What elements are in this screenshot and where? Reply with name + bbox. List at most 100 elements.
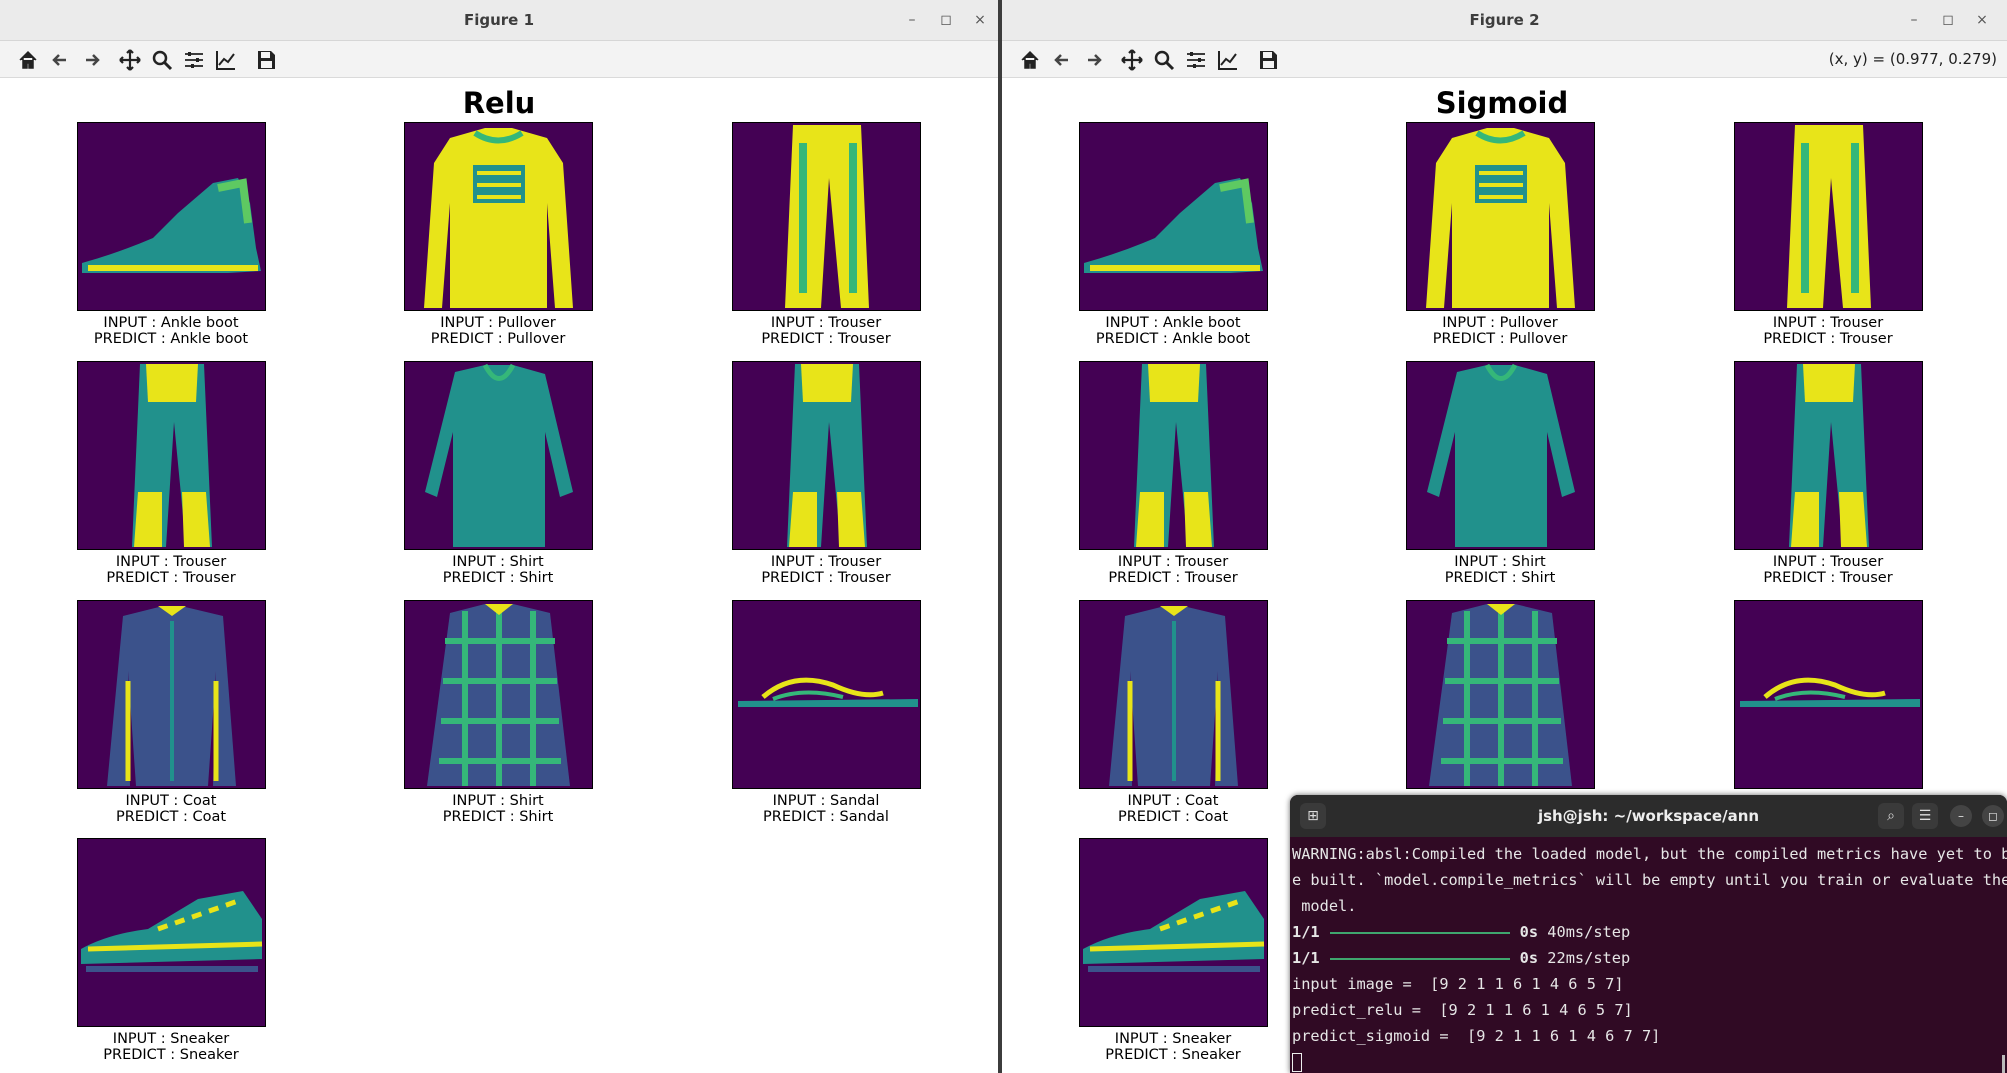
sandal-image bbox=[1740, 677, 1920, 707]
sneaker-image bbox=[81, 891, 263, 972]
trouser-image bbox=[1787, 125, 1871, 308]
image-caption: INPUT : Sandal PREDICT : Sandal bbox=[696, 793, 956, 825]
predict-label: PREDICT : Shirt bbox=[442, 570, 554, 586]
trouser-image bbox=[1134, 364, 1214, 547]
terminal-line: model. bbox=[1292, 897, 1357, 915]
progress-step: 1/1 bbox=[1292, 923, 1320, 941]
figure-2-toolbar: (x, y) = (0.977, 0.279) bbox=[1002, 41, 2007, 78]
predict-label: PREDICT : Sneaker bbox=[103, 1047, 239, 1063]
clothing-image bbox=[732, 122, 921, 311]
figure-1-window: Figure 1 – ◻ × Relu INPUT : Ankle boot PR… bbox=[0, 0, 998, 1073]
pan-icon[interactable] bbox=[118, 48, 142, 72]
maximize-button[interactable]: ◻ bbox=[1938, 10, 1958, 30]
pan-icon[interactable] bbox=[1120, 48, 1144, 72]
input-label: INPUT : Ankle boot bbox=[1105, 315, 1241, 331]
ankle-boot-image bbox=[1084, 178, 1263, 273]
clothing-image bbox=[1734, 122, 1923, 311]
edit-axis-icon[interactable] bbox=[1216, 48, 1240, 72]
image-caption: INPUT : Trouser PREDICT : Trouser bbox=[696, 315, 956, 347]
image-caption: INPUT : Trouser PREDICT : Trouser bbox=[1043, 554, 1303, 586]
minimize-button[interactable]: – bbox=[1950, 805, 1972, 827]
trouser-image bbox=[787, 364, 867, 547]
terminal-line: WARNING:absl:Compiled the loaded model, … bbox=[1292, 845, 2007, 863]
input-label: INPUT : Trouser bbox=[115, 554, 227, 570]
plot-title: Relu bbox=[462, 86, 536, 120]
shirt-image bbox=[1427, 363, 1575, 547]
sneaker-image bbox=[1083, 891, 1265, 972]
clothing-image bbox=[1734, 600, 1923, 789]
progress-rate: 40ms/step bbox=[1538, 923, 1631, 941]
image-caption: INPUT : Sneaker PREDICT : Sneaker bbox=[41, 1031, 301, 1063]
edit-axis-icon[interactable] bbox=[214, 48, 238, 72]
predict-label: PREDICT : Pullover bbox=[430, 331, 566, 347]
clothing-image bbox=[404, 122, 593, 311]
save-icon[interactable] bbox=[1256, 48, 1280, 72]
predict-label: PREDICT : Trouser bbox=[1763, 331, 1893, 347]
figure-2-titlebar[interactable]: Figure 2 – ◻ × bbox=[1002, 0, 2007, 41]
forward-icon[interactable] bbox=[1082, 48, 1106, 72]
terminal-line: e built. `model.compile_metrics` will be… bbox=[1292, 871, 2007, 889]
coat-image bbox=[1109, 606, 1238, 786]
clothing-image bbox=[1079, 361, 1268, 550]
input-label: INPUT : Pullover bbox=[440, 315, 556, 331]
input-label: INPUT : Coat bbox=[125, 793, 217, 809]
image-caption: INPUT : Shirt PREDICT : Shirt bbox=[368, 554, 628, 586]
plaid-shirt-image bbox=[427, 604, 570, 786]
terminal-scrollbar[interactable] bbox=[2002, 1055, 2005, 1073]
minimize-button[interactable]: – bbox=[1904, 10, 1924, 30]
predict-label: PREDICT : Ankle boot bbox=[1095, 331, 1251, 347]
predict-label: PREDICT : Ankle boot bbox=[93, 331, 249, 347]
configure-icon[interactable] bbox=[1184, 48, 1208, 72]
terminal-line: predict_relu = [9 2 1 1 6 1 4 6 5 7] bbox=[1292, 1001, 1633, 1019]
back-icon[interactable] bbox=[48, 48, 72, 72]
zoom-icon[interactable] bbox=[150, 48, 174, 72]
window-title: Figure 2 bbox=[1469, 11, 1540, 29]
clothing-image bbox=[1734, 361, 1923, 550]
predict-label: PREDICT : Trouser bbox=[761, 331, 891, 347]
input-label: INPUT : Shirt bbox=[452, 554, 544, 570]
configure-icon[interactable] bbox=[182, 48, 206, 72]
input-label: INPUT : Trouser bbox=[770, 315, 882, 331]
search-icon[interactable]: ⌕ bbox=[1878, 803, 1904, 829]
coat-image bbox=[107, 606, 236, 786]
input-label: INPUT : Trouser bbox=[770, 554, 882, 570]
home-icon[interactable] bbox=[1018, 48, 1042, 72]
image-caption: INPUT : Ankle boot PREDICT : Ankle boot bbox=[1043, 315, 1303, 347]
input-label: INPUT : Sneaker bbox=[112, 1031, 230, 1047]
figure-1-titlebar[interactable]: Figure 1 – ◻ × bbox=[0, 0, 998, 41]
clothing-image bbox=[1406, 600, 1595, 789]
image-caption: INPUT : Shirt PREDICT : Shirt bbox=[1370, 554, 1630, 586]
input-label: INPUT : Trouser bbox=[1117, 554, 1229, 570]
home-icon[interactable] bbox=[16, 48, 40, 72]
input-label: INPUT : Sandal bbox=[772, 793, 880, 809]
progress-time: 0s bbox=[1519, 949, 1539, 967]
close-button[interactable]: × bbox=[1972, 10, 1992, 30]
maximize-button[interactable]: ◻ bbox=[936, 10, 956, 30]
minimize-button[interactable]: – bbox=[902, 10, 922, 30]
progress-step: 1/1 bbox=[1292, 949, 1320, 967]
plaid-shirt-image bbox=[1429, 604, 1572, 786]
predict-label: PREDICT : Shirt bbox=[1444, 570, 1556, 586]
back-icon[interactable] bbox=[1050, 48, 1074, 72]
clothing-image bbox=[77, 600, 266, 789]
close-button[interactable]: × bbox=[970, 10, 990, 30]
coordinate-readout: (x, y) = (0.977, 0.279) bbox=[1828, 50, 1997, 68]
input-label: INPUT : Pullover bbox=[1442, 315, 1558, 331]
trouser-image bbox=[1789, 364, 1869, 547]
input-label: INPUT : Coat bbox=[1127, 793, 1219, 809]
image-caption: INPUT : Pullover PREDICT : Pullover bbox=[368, 315, 628, 347]
input-label: INPUT : Trouser bbox=[1772, 315, 1884, 331]
input-label: INPUT : Sneaker bbox=[1114, 1031, 1232, 1047]
image-caption: INPUT : Trouser PREDICT : Trouser bbox=[696, 554, 956, 586]
plot-title: Sigmoid bbox=[1435, 86, 1569, 120]
terminal-output[interactable]: WARNING:absl:Compiled the loaded model, … bbox=[1290, 837, 2007, 1073]
clothing-image bbox=[77, 838, 266, 1027]
save-icon[interactable] bbox=[254, 48, 278, 72]
maximize-button[interactable]: ◻ bbox=[1982, 805, 2004, 827]
zoom-icon[interactable] bbox=[1152, 48, 1176, 72]
menu-icon[interactable]: ☰ bbox=[1912, 803, 1938, 829]
terminal-titlebar[interactable]: ⊞ jsh@jsh: ~/workspace/ann ⌕ ☰ – ◻ bbox=[1290, 795, 2007, 837]
predict-label: PREDICT : Trouser bbox=[761, 570, 891, 586]
clothing-image bbox=[404, 600, 593, 789]
forward-icon[interactable] bbox=[80, 48, 104, 72]
